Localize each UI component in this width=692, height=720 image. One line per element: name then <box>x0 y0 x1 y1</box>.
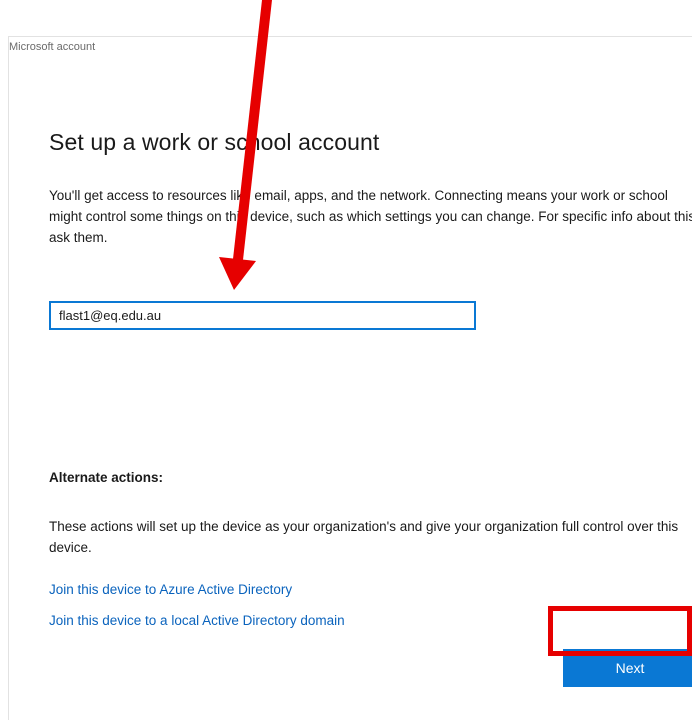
alternate-actions-description: These actions will set up the device as … <box>49 519 679 555</box>
join-local-ad-link[interactable]: Join this device to a local Active Direc… <box>49 613 345 628</box>
account-setup-window: Microsoft account Set up a work or schoo… <box>8 36 692 720</box>
next-button[interactable]: Next <box>563 649 692 687</box>
alternate-actions-heading: Alternate actions: <box>49 470 164 485</box>
join-azure-ad-link[interactable]: Join this device to Azure Active Directo… <box>49 582 292 597</box>
page-title: Set up a work or school account <box>49 129 380 155</box>
page-description: You'll get access to resources like emai… <box>49 188 692 245</box>
email-input[interactable] <box>49 301 476 330</box>
window-title: Microsoft account <box>9 41 96 53</box>
